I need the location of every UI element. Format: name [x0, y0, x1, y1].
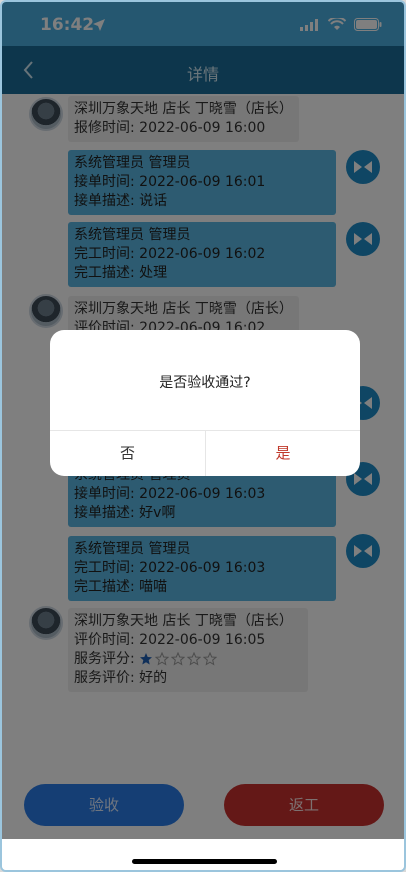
app-frame: 16:42 详情 [0, 0, 406, 872]
dialog-yes-button[interactable]: 是 [206, 431, 360, 476]
dialog-no-button[interactable]: 否 [50, 431, 205, 476]
dialog-message: 是否验收通过? [159, 375, 251, 391]
confirm-dialog: 是否验收通过? 否 是 [50, 330, 360, 476]
home-indicator-area [2, 839, 404, 870]
home-indicator[interactable] [132, 859, 277, 864]
